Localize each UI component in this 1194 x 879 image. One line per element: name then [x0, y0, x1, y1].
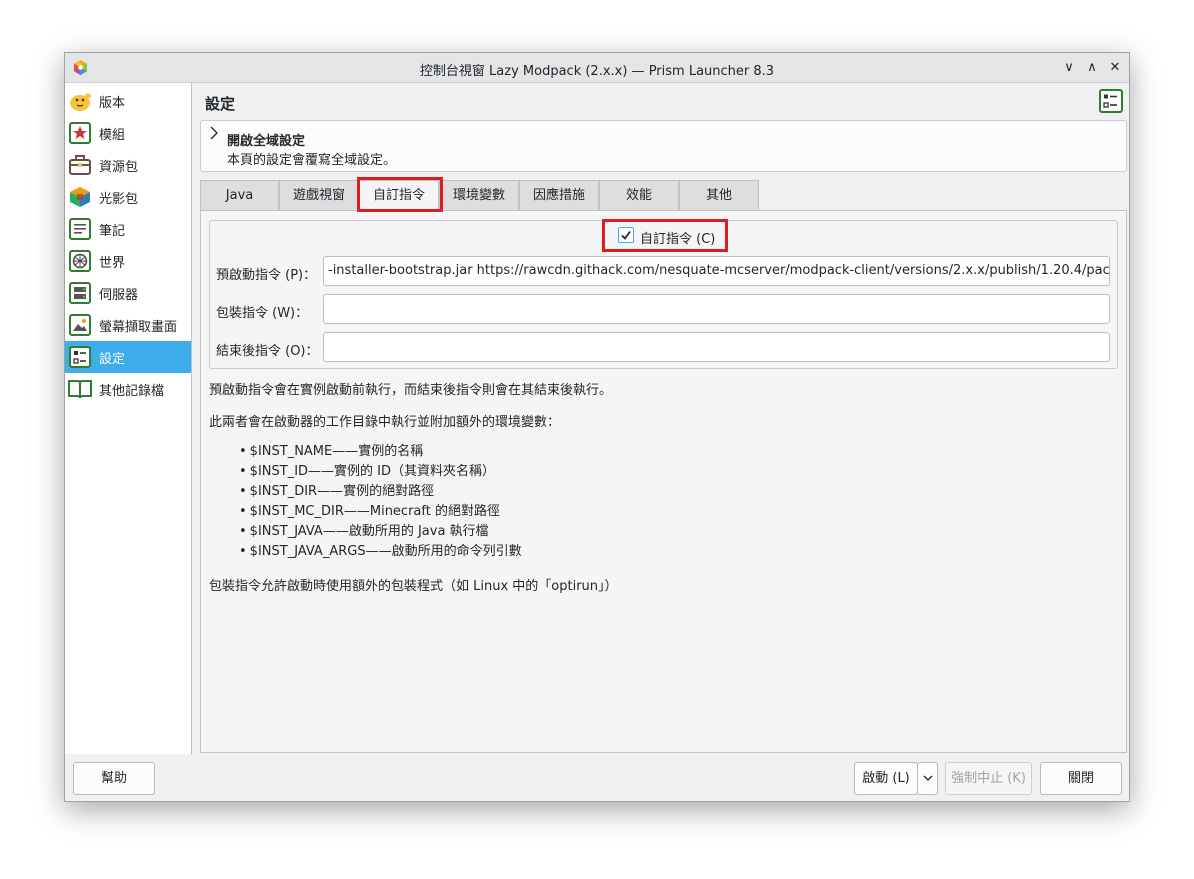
global-settings-box[interactable]: 開啟全域設定 本頁的設定會覆寫全域設定。: [200, 120, 1127, 172]
tab-miscellaneous[interactable]: 其他: [679, 180, 759, 210]
minimize-button[interactable]: ∨: [1059, 58, 1079, 78]
maximize-button[interactable]: ∧: [1082, 58, 1102, 78]
global-settings-link[interactable]: 開啟全域設定: [227, 130, 305, 149]
sidebar-item-shader-packs[interactable]: 光影包: [65, 181, 191, 213]
chevron-down-icon: [923, 772, 933, 785]
tab-workarounds[interactable]: 因應措施: [519, 180, 599, 210]
prelaunch-command-label: 預啟動指令 (P)：: [216, 268, 317, 283]
postexit-command-field[interactable]: [323, 332, 1110, 362]
duck-icon: [68, 89, 92, 113]
settings-icon: [68, 345, 92, 369]
sidebar-item-worlds[interactable]: 世界: [65, 245, 191, 277]
notes-icon: [68, 217, 92, 241]
title-bar[interactable]: 控制台視窗 Lazy Modpack (2.x.x) — Prism Launc…: [65, 53, 1129, 83]
globe-icon: [68, 249, 92, 273]
launcher-window: 控制台視窗 Lazy Modpack (2.x.x) — Prism Launc…: [64, 52, 1130, 802]
custom-commands-checkbox-label[interactable]: 自訂指令 (C): [640, 228, 715, 247]
sidebar-item-notes[interactable]: 筆記: [65, 213, 191, 245]
launch-button[interactable]: 啟動 (L): [854, 762, 918, 795]
page-title: 設定: [205, 95, 236, 113]
list-item: $INST_DIR——實例的絕對路徑: [239, 482, 522, 502]
sidebar-item-label: 伺服器: [99, 287, 139, 303]
screenshot-icon: [68, 313, 92, 337]
sidebar-item-label: 世界: [99, 255, 126, 271]
tab-custom-commands[interactable]: 自訂指令: [359, 180, 439, 211]
launch-dropdown-button[interactable]: [917, 762, 938, 795]
prelaunch-command-field[interactable]: -installer-bootstrap.jar https://rawcdn.…: [323, 256, 1110, 286]
server-icon: [68, 281, 92, 305]
sidebar-item-label: 模組: [99, 127, 126, 143]
wrapper-command-label: 包裝指令 (W)：: [216, 306, 309, 321]
wrapper-command-field[interactable]: [323, 294, 1110, 324]
star-icon: [68, 121, 92, 145]
window-title: 控制台視窗 Lazy Modpack (2.x.x) — Prism Launc…: [419, 64, 775, 79]
help-text-line3: 包裝指令允許啟動時使用額外的包裝程式（如 Linux 中的「optirun」）: [209, 579, 618, 594]
settings-icon: [1099, 89, 1123, 113]
sidebar-item-label: 螢幕擷取畫面: [99, 319, 178, 335]
sidebar-item-servers[interactable]: 伺服器: [65, 277, 191, 309]
tab-environment-variables[interactable]: 環境變數: [439, 180, 519, 210]
list-item: $INST_NAME——實例的名稱: [239, 442, 522, 462]
tab-java[interactable]: Java: [200, 180, 279, 210]
list-item: $INST_JAVA_ARGS——啟動所用的命令列引數: [239, 542, 522, 562]
book-icon: [68, 377, 92, 401]
close-window-button[interactable]: ✕: [1105, 58, 1125, 78]
sidebar-item-label: 設定: [99, 351, 126, 367]
briefcase-icon: [68, 153, 92, 177]
global-settings-description: 本頁的設定會覆寫全域設定。: [227, 153, 397, 168]
sidebar-item-screenshots[interactable]: 螢幕擷取畫面: [65, 309, 191, 341]
sidebar-item-label: 版本: [99, 95, 126, 111]
kill-button[interactable]: 強制中止 (K): [945, 762, 1032, 795]
custom-commands-checkbox[interactable]: [618, 227, 634, 243]
sidebar-item-label: 其他記錄檔: [99, 383, 165, 399]
sidebar-item-mods[interactable]: 模組: [65, 117, 191, 149]
sidebar-item-label: 筆記: [99, 223, 126, 239]
cube-icon: [68, 185, 92, 209]
sidebar-item-other-logs[interactable]: 其他記錄檔: [65, 373, 191, 405]
sidebar-item-settings[interactable]: 設定: [65, 341, 191, 373]
tab-performance[interactable]: 效能: [599, 180, 679, 210]
sidebar-item-label: 光影包: [99, 191, 139, 207]
sidebar-item-resource-packs[interactable]: 資源包: [65, 149, 191, 181]
list-item: $INST_MC_DIR——Minecraft 的絕對路徑: [239, 502, 522, 522]
list-item: $INST_JAVA——啟動所用的 Java 執行檔: [239, 522, 522, 542]
sidebar: 版本 模組 資源包 光影包 筆記 世界 伺服器 螢幕擷取畫面 設定 其他記錄檔: [65, 83, 192, 754]
help-text-line1: 預啟動指令會在實例啟動前執行，而結束後指令則會在其結束後執行。: [209, 383, 613, 398]
help-button[interactable]: 幫助: [73, 762, 155, 795]
close-button[interactable]: 關閉: [1040, 762, 1122, 795]
postexit-command-label: 結束後指令 (O)：: [216, 344, 319, 359]
sidebar-item-label: 資源包: [99, 159, 139, 175]
tab-game-window[interactable]: 遊戲視窗: [279, 180, 359, 210]
variables-list: $INST_NAME——實例的名稱 $INST_ID——實例的 ID（其資料夾名…: [239, 442, 522, 562]
chevron-right-icon[interactable]: [209, 126, 219, 144]
help-text-line2: 此兩者會在啟動器的工作目錄中執行並附加額外的環境變數：: [209, 415, 561, 430]
sidebar-item-version[interactable]: 版本: [65, 85, 191, 117]
list-item: $INST_ID——實例的 ID（其資料夾名稱）: [239, 462, 522, 482]
